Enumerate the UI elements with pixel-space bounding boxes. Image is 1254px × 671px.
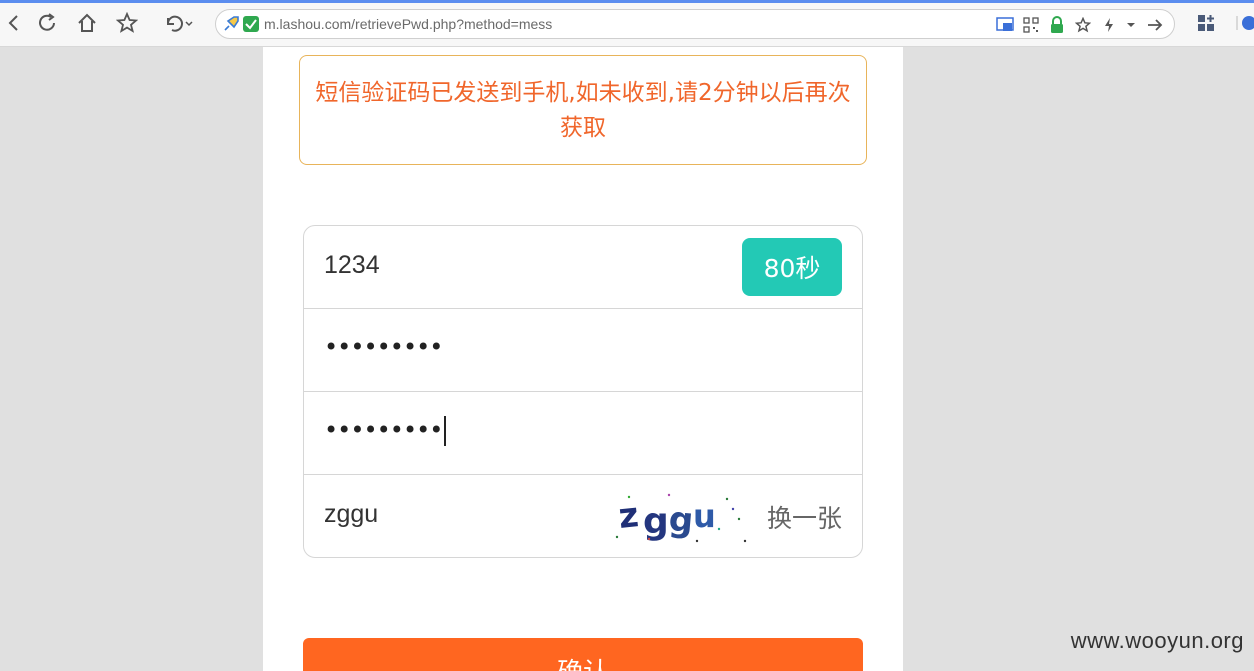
text-caret	[444, 416, 447, 446]
confirm-button[interactable]: 确认	[303, 638, 863, 671]
apps-grid-icon[interactable]	[1193, 10, 1219, 36]
sms-code-row: 1234 80秒	[304, 226, 862, 309]
new-password-input[interactable]: •••••••••	[324, 333, 443, 361]
resend-timer-button[interactable]: 80秒	[742, 238, 842, 296]
back-icon[interactable]	[0, 10, 26, 36]
lightning-icon[interactable]	[1100, 16, 1118, 34]
bookmark-star-icon[interactable]	[114, 10, 140, 36]
sms-code-input[interactable]: 1234	[324, 251, 380, 280]
go-forward-icon[interactable]	[1146, 16, 1164, 34]
dropdown-arrow-icon[interactable]	[1122, 16, 1140, 34]
lock-icon[interactable]	[1048, 16, 1066, 34]
captcha-image[interactable]: z g g u	[609, 489, 749, 545]
address-bar[interactable]: m.lashou.com/retrievePwd.php?method=mess	[215, 9, 1175, 39]
captcha-char: g	[667, 499, 695, 541]
retrieve-password-form: 1234 80秒 ••••••••• ••••••••• zggu z g g …	[303, 225, 863, 558]
confirm-password-field[interactable]: •••••••••	[324, 416, 447, 446]
captcha-char: g	[643, 501, 669, 542]
secure-check-icon	[242, 15, 260, 33]
refresh-captcha-link[interactable]: 换一张	[767, 499, 842, 535]
captcha-char: u	[693, 497, 716, 535]
new-password-row: •••••••••	[304, 309, 862, 392]
reload-icon[interactable]	[34, 10, 60, 36]
captcha-row: zggu z g g u 换一张	[304, 475, 862, 557]
confirm-password-input[interactable]: •••••••••	[324, 416, 443, 444]
home-icon[interactable]	[74, 10, 100, 36]
mobile-page: 短信验证码已发送到手机,如未收到,请2分钟以后再次获取 1234 80秒 •••…	[263, 47, 903, 671]
captcha-char: z	[617, 495, 641, 537]
qr-code-icon[interactable]	[1022, 16, 1040, 34]
undo-history-icon[interactable]	[160, 10, 200, 36]
url-text[interactable]: m.lashou.com/retrievePwd.php?method=mess	[264, 16, 552, 32]
extension-icon[interactable]	[1236, 10, 1254, 36]
favorite-star-icon[interactable]	[1074, 16, 1092, 34]
browser-toolbar: m.lashou.com/retrievePwd.php?method=mess	[0, 0, 1254, 47]
toolbar-accent-line	[0, 0, 1254, 3]
sms-sent-notice: 短信验证码已发送到手机,如未收到,请2分钟以后再次获取	[299, 55, 867, 165]
watermark-text: www.wooyun.org	[1070, 628, 1244, 653]
captcha-input[interactable]: zggu	[324, 500, 378, 529]
reader-mode-icon[interactable]	[996, 16, 1014, 34]
rocket-icon	[222, 15, 240, 33]
confirm-password-row: •••••••••	[304, 392, 862, 475]
